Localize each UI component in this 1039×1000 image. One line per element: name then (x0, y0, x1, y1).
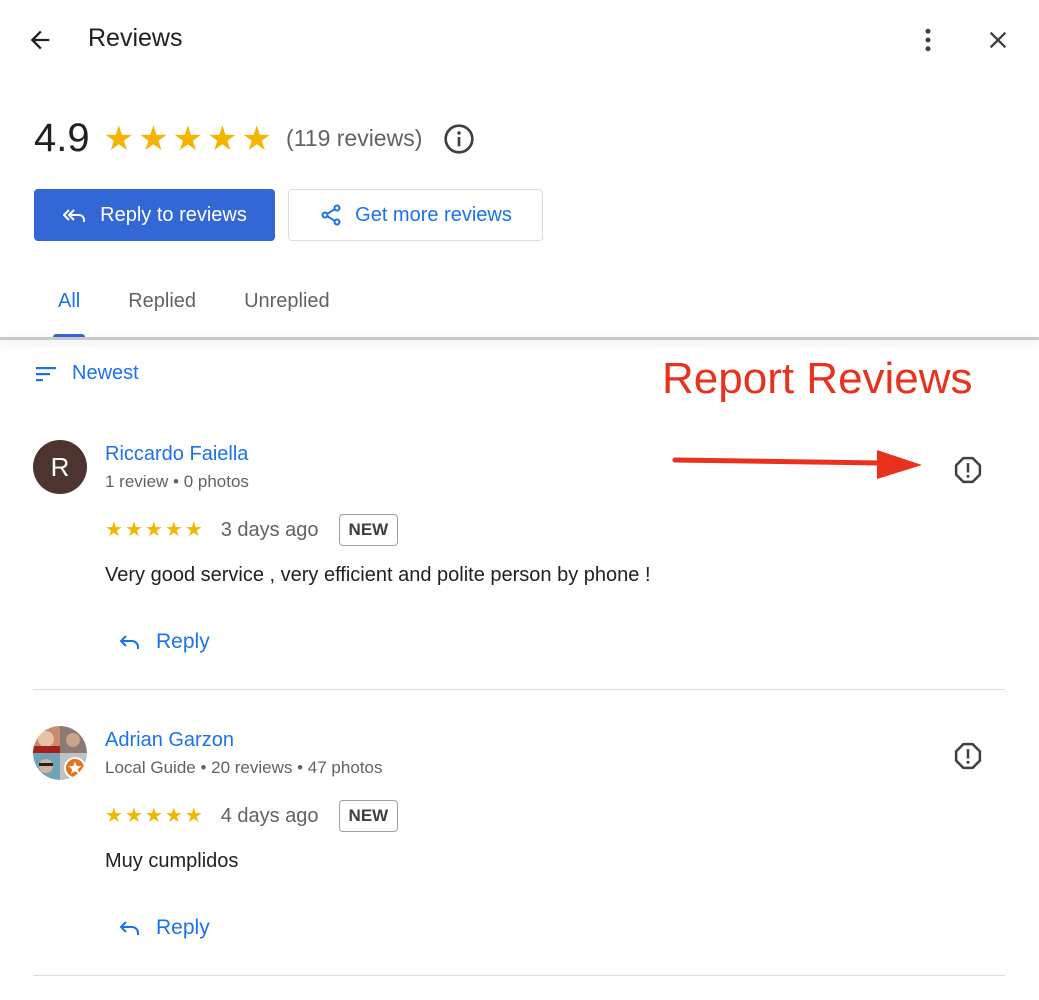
reviewer-name[interactable]: Riccardo Faiella (105, 443, 248, 466)
star-icon: ★ (124, 519, 143, 541)
tab-unreplied[interactable]: Unreplied (220, 270, 354, 332)
star-icon: ★ (184, 519, 203, 541)
review-stars: ★ ★ ★ ★ ★ (105, 806, 203, 826)
close-button[interactable] (980, 22, 1016, 58)
back-button[interactable] (22, 22, 58, 58)
star-icon: ★ (103, 119, 135, 158)
star-icon: ★ (207, 119, 238, 158)
share-icon (321, 204, 341, 226)
reviewer-meta: Local Guide • 20 reviews • 47 photos (105, 758, 383, 777)
close-icon (989, 31, 1007, 49)
review-stars: ★ ★ ★ ★ ★ (105, 520, 203, 540)
review-text: Very good service , very efficient and p… (105, 564, 651, 586)
report-icon (954, 456, 982, 484)
review-divider (33, 975, 1005, 976)
tab-all[interactable]: All (34, 270, 104, 338)
get-more-reviews-button[interactable]: Get more reviews (288, 189, 543, 241)
review-tabs: All Replied Unreplied (34, 270, 354, 338)
star-icon: ★ (241, 119, 273, 158)
report-review-button[interactable] (948, 736, 988, 776)
review-date: 4 days ago (220, 804, 319, 827)
star-icon: ★ (144, 805, 163, 827)
review-divider (33, 689, 1005, 690)
new-badge: NEW (338, 514, 399, 546)
annotation-label: Report Reviews (662, 354, 973, 403)
header: Reviews (0, 0, 1039, 80)
review-text: Muy cumplidos (105, 850, 239, 872)
star-icon: ★ (184, 805, 203, 827)
review-rating-row: ★ ★ ★ ★ ★ 3 days ago NEW (105, 514, 399, 546)
reply-icon (120, 921, 139, 935)
star-icon: ★ (164, 519, 183, 541)
reply-button[interactable]: Reply (118, 630, 210, 654)
reply-icon (120, 635, 139, 649)
star-icon: ★ (164, 805, 183, 827)
more-options-button[interactable] (910, 22, 946, 58)
tab-replied[interactable]: Replied (104, 270, 220, 332)
star-icon: ★ (172, 119, 204, 158)
info-button[interactable] (442, 122, 476, 156)
annotation-arrow-icon (672, 450, 922, 479)
arrow-back-icon (30, 30, 50, 50)
star-icon: ★ (144, 519, 163, 541)
info-icon (444, 123, 475, 154)
more-vert-icon (925, 28, 931, 52)
page-title: Reviews (88, 24, 183, 52)
star-icon: ★ (138, 119, 169, 158)
rating-stars: ★ ★ ★ ★ ★ (104, 122, 272, 156)
reviewer-name[interactable]: Adrian Garzon (105, 729, 234, 752)
star-icon: ★ (124, 805, 143, 827)
tabs-divider (0, 337, 1039, 340)
avatar[interactable] (33, 726, 87, 780)
reply-to-reviews-button[interactable]: Reply to reviews (34, 189, 275, 241)
avatar-photo-icon (33, 726, 87, 780)
report-icon (954, 742, 982, 770)
review-rating-row: ★ ★ ★ ★ ★ 4 days ago NEW (105, 800, 399, 832)
avatar[interactable]: R (33, 440, 87, 494)
get-more-reviews-label: Get more reviews (355, 203, 512, 226)
average-rating: 4.9 (34, 116, 90, 160)
reply-label: Reply (156, 916, 210, 939)
review-count: (119 reviews) (286, 125, 423, 151)
reviewer-meta: 1 review • 0 photos (105, 472, 249, 491)
review-date: 3 days ago (220, 518, 319, 541)
rating-summary: 4.9 ★ ★ ★ ★ ★ (119 reviews) (34, 116, 476, 161)
reply-label: Reply (156, 630, 210, 653)
star-icon: ★ (105, 519, 123, 541)
sort-label: Newest (72, 362, 139, 384)
report-review-button[interactable] (948, 450, 988, 490)
reply-to-reviews-label: Reply to reviews (100, 203, 247, 226)
new-badge: NEW (338, 800, 399, 832)
sort-icon (36, 366, 56, 381)
reply-all-icon (63, 209, 86, 222)
sort-button[interactable]: Newest (34, 362, 139, 385)
reply-button[interactable]: Reply (118, 916, 210, 940)
star-icon: ★ (105, 805, 123, 827)
